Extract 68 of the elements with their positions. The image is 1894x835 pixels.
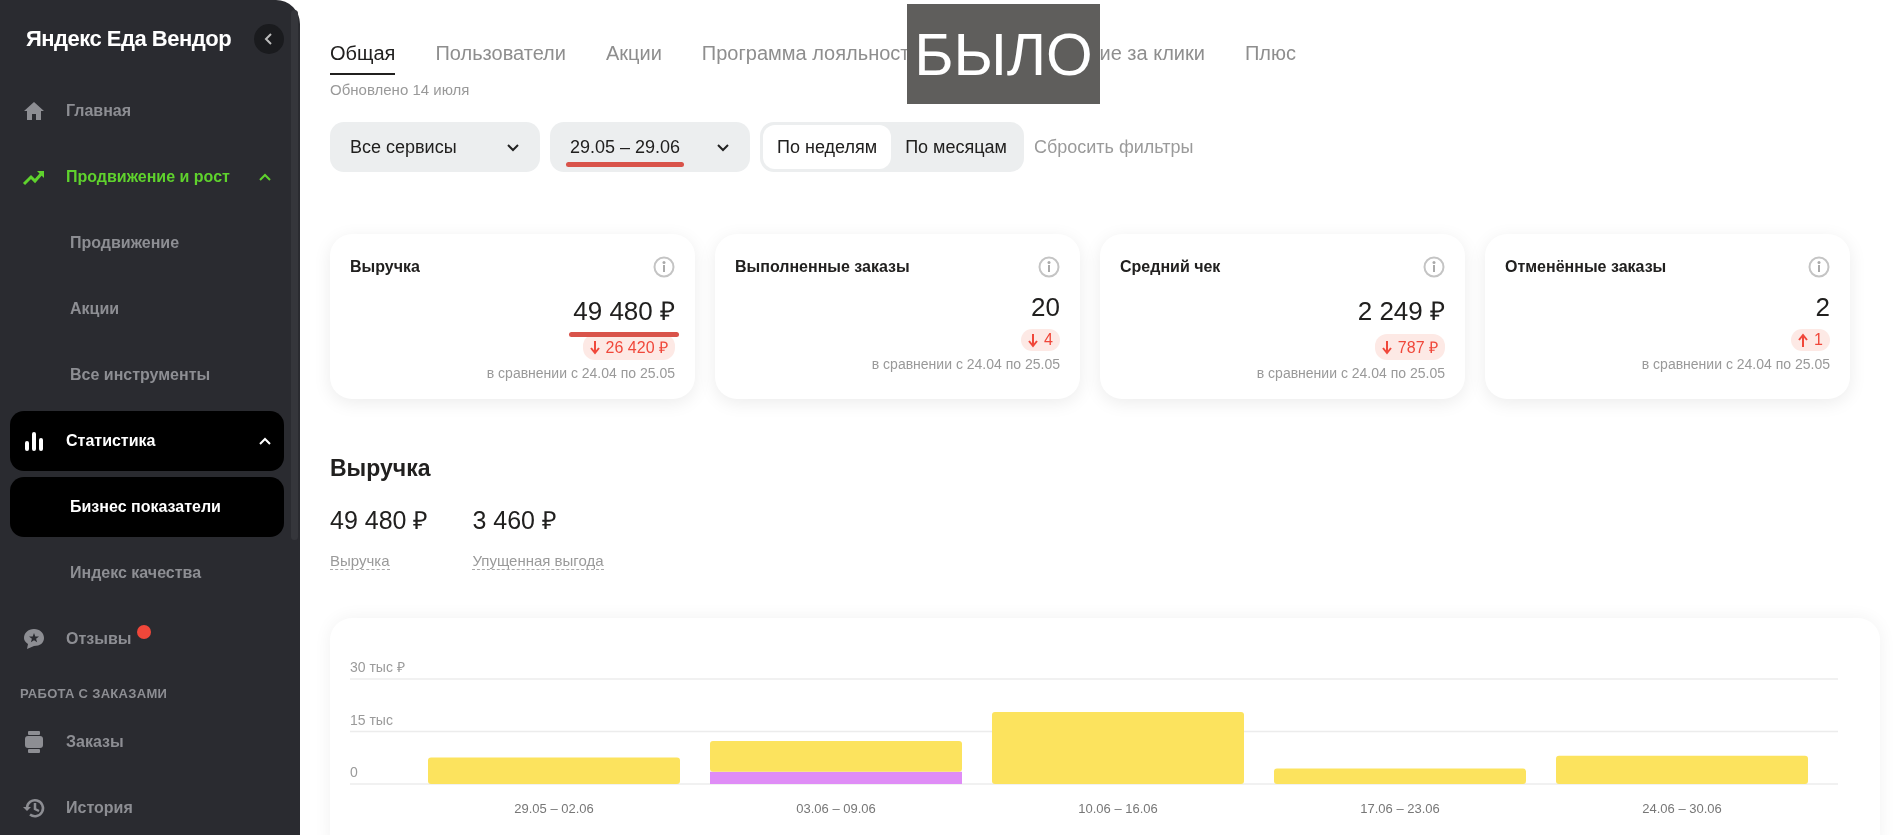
metric-value: 20 bbox=[1031, 292, 1060, 322]
section-title: Выручка bbox=[330, 455, 432, 482]
history-icon bbox=[22, 796, 46, 820]
tab[interactable]: Акции bbox=[605, 36, 662, 75]
card-title: Выполненные заказы bbox=[735, 258, 910, 276]
axis-tick-label: 24.06 – 30.06 bbox=[1642, 801, 1722, 816]
axis-tick-label: 0 bbox=[350, 764, 358, 780]
nav-subitem[interactable]: Индекс качества bbox=[10, 543, 284, 603]
nav-subitem[interactable]: Бизнес показатели bbox=[10, 477, 284, 537]
review-icon bbox=[22, 627, 46, 651]
bar-chart-icon bbox=[22, 429, 46, 453]
change-badge: 4 bbox=[1021, 329, 1060, 351]
chevron-icon bbox=[506, 141, 520, 153]
metric-value: 49 480 ₽ bbox=[573, 296, 675, 326]
tab[interactable]: Пользователи bbox=[435, 36, 566, 75]
total-value: 3 460 ₽ bbox=[472, 505, 557, 536]
axis-tick-label: 15 тыс bbox=[350, 711, 393, 728]
annotation-label: БЫЛО bbox=[907, 4, 1100, 104]
total-value: 49 480 ₽ bbox=[330, 505, 429, 536]
total-label[interactable]: Выручка bbox=[330, 552, 390, 570]
nav-subitem[interactable]: Все инструменты bbox=[10, 345, 284, 405]
nav-subitem[interactable]: Продвижение bbox=[10, 213, 284, 273]
nav-subitem[interactable]: Акции bbox=[10, 279, 284, 339]
nav-item[interactable]: История bbox=[10, 778, 284, 835]
card-title: Выручка bbox=[350, 258, 420, 276]
period-dropdown[interactable]: 29.05 – 29.06 bbox=[550, 122, 751, 172]
metric-value: 2 249 ₽ bbox=[1357, 296, 1445, 326]
tab[interactable]: Плюс bbox=[1244, 36, 1296, 75]
change-badge: 787 ₽ bbox=[1374, 334, 1445, 360]
total-label[interactable]: Упущенная выгода bbox=[472, 552, 604, 570]
axis-tick-label: 29.05 – 02.06 bbox=[514, 801, 594, 816]
card-title: Средний чек bbox=[1120, 258, 1221, 276]
nav-item[interactable]: Заказы bbox=[10, 712, 284, 772]
comparison-note: в сравнении с 24.04 по 25.05 bbox=[1641, 356, 1830, 372]
nav-item[interactable]: Главная bbox=[10, 81, 284, 141]
info-icon bbox=[1808, 256, 1830, 278]
nav-item[interactable]: Отзывы bbox=[10, 609, 284, 669]
axis-tick-label: 17.06 – 23.06 bbox=[1360, 801, 1440, 816]
tab[interactable]: ие за клики bbox=[1099, 36, 1205, 75]
service-dropdown[interactable]: Все сервисы bbox=[330, 122, 540, 172]
nav-item[interactable]: Статистика bbox=[10, 411, 284, 471]
nav-section-heading: РАБОТА С ЗАКАЗАМИ bbox=[19, 685, 169, 703]
tab[interactable]: Общая bbox=[330, 36, 396, 75]
axis-tick-label: 10.06 – 16.06 bbox=[1078, 801, 1158, 816]
nav-item[interactable]: Продвижение и рост bbox=[10, 147, 284, 207]
metric-value: 2 bbox=[1815, 292, 1830, 322]
axis-tick-label: 30 тыс ₽ bbox=[350, 659, 405, 675]
chevron-left-icon bbox=[263, 33, 275, 45]
logo: Яндекс Еда Вендор bbox=[26, 26, 232, 52]
segment-button[interactable]: По неделям bbox=[763, 125, 892, 169]
segment-button[interactable]: По месяцам bbox=[891, 125, 1021, 169]
chevron-icon bbox=[716, 141, 731, 153]
order-icon bbox=[22, 730, 46, 754]
axis-tick-label: 03.06 – 09.06 bbox=[796, 801, 876, 816]
comparison-note: в сравнении с 24.04 по 25.05 bbox=[486, 365, 675, 381]
info-icon bbox=[1423, 256, 1445, 278]
info-icon bbox=[653, 256, 675, 278]
comparison-note: в сравнении с 24.04 по 25.05 bbox=[1256, 365, 1445, 381]
info-icon bbox=[1038, 256, 1060, 278]
comparison-note: в сравнении с 24.04 по 25.05 bbox=[871, 356, 1060, 372]
collapse-button[interactable] bbox=[254, 24, 284, 54]
tab[interactable]: Программа лояльност bbox=[701, 36, 910, 75]
home-icon bbox=[22, 99, 46, 123]
change-badge: 1 bbox=[1791, 329, 1830, 351]
card-title: Отменённые заказы bbox=[1505, 258, 1667, 276]
scrollbar[interactable] bbox=[291, 10, 298, 540]
reset-filters-link[interactable]: Сбросить фильтры bbox=[1033, 136, 1194, 158]
updated-text: Обновлено 14 июля bbox=[330, 81, 471, 98]
